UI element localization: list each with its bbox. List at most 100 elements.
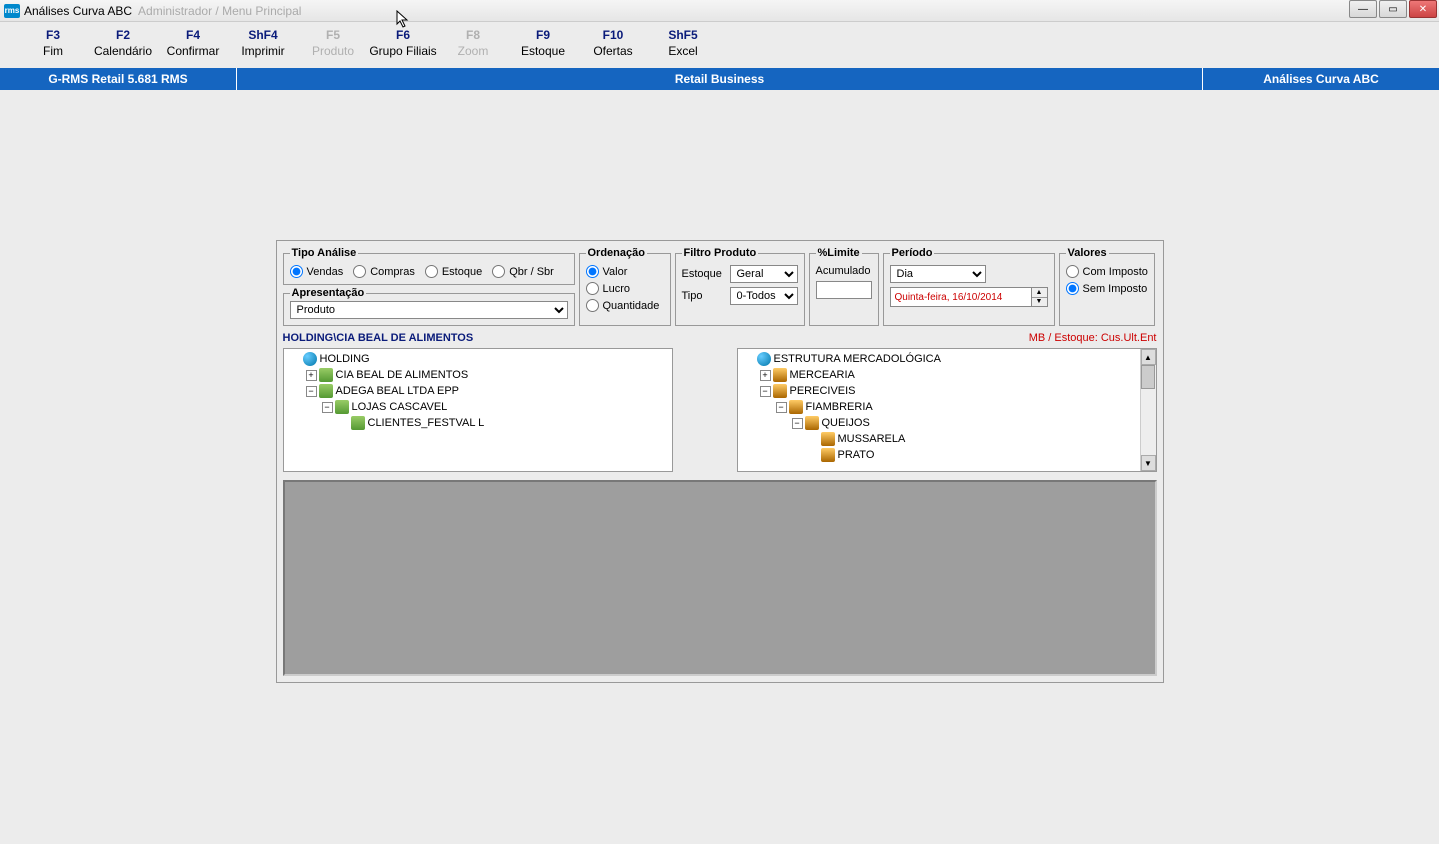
tree-expander-icon[interactable]: − <box>322 402 333 413</box>
tree-node-icon <box>821 448 835 462</box>
fkey-f4[interactable]: F4 Confirmar <box>158 28 228 58</box>
minimize-button[interactable]: — <box>1349 0 1377 18</box>
tree-item[interactable]: CLIENTES_FESTVAL L <box>286 415 670 431</box>
tipo-radio-compras[interactable]: Compras <box>353 265 415 278</box>
tree-item[interactable]: −FIAMBRERIA <box>740 399 1154 415</box>
tree-item-label: PRATO <box>838 449 875 461</box>
fkey-f10[interactable]: F10 Ofertas <box>578 28 648 58</box>
scroll-thumb[interactable] <box>1141 365 1155 389</box>
tree-item[interactable]: MUSSARELA <box>740 431 1154 447</box>
tree-item[interactable]: − ADEGA BEAL LTDA EPP <box>286 383 670 399</box>
holding-tree[interactable]: HOLDING+CIA BEAL DE ALIMENTOS−ADEGA BEAL… <box>283 348 673 472</box>
tree-expander-icon[interactable]: + <box>306 370 317 381</box>
tree-item-label: MERCEARIA <box>790 369 855 381</box>
tipo-radio-estoque[interactable]: Estoque <box>425 265 482 278</box>
fkey-shf4[interactable]: ShF4Imprimir <box>228 28 298 58</box>
fkey-f2[interactable]: F2 Calendário <box>88 28 158 58</box>
tree-expander-icon[interactable]: − <box>760 386 771 397</box>
fkey-label: Calendário <box>94 44 152 58</box>
breadcrumb-path: HOLDING\CIA BEAL DE ALIMENTOS <box>283 332 474 344</box>
ordenacao-group: Ordenação Valor Lucro Quantidade <box>579 247 671 326</box>
fkey-shortcut: F3 <box>46 28 60 42</box>
tipo-radio-vendas[interactable]: Vendas <box>290 265 344 278</box>
scroll-down-icon[interactable]: ▼ <box>1141 455 1156 471</box>
tree-node-icon <box>821 432 835 446</box>
orden-radio-quantidade[interactable]: Quantidade <box>586 299 664 312</box>
tipo-radio-qbrsbr[interactable]: Qbr / Sbr <box>492 265 554 278</box>
tree-item[interactable]: ESTRUTURA MERCADOLÓGICA <box>740 351 1154 367</box>
tree-expander-icon[interactable]: − <box>306 386 317 397</box>
close-button[interactable]: ✕ <box>1409 0 1437 18</box>
filtro-tipo-label: Tipo <box>682 290 726 302</box>
fkey-shortcut: F2 <box>116 28 130 42</box>
filtro-tipo-select[interactable]: 0-Todos <box>730 287 798 305</box>
orden-radio-lucro[interactable]: Lucro <box>586 282 664 295</box>
status-bar: G-RMS Retail 5.681 RMS Retail Business A… <box>0 68 1439 90</box>
fkey-shortcut: F8 <box>466 28 480 42</box>
fkey-f6[interactable]: F6 Grupo Filiais <box>368 28 438 58</box>
periodo-date-input[interactable]: Quinta-feira, 16/10/2014 <box>890 287 1032 307</box>
tree-item[interactable]: +CIA BEAL DE ALIMENTOS <box>286 367 670 383</box>
tree-node-icon <box>773 384 787 398</box>
fkey-shortcut: ShF4 <box>248 28 277 42</box>
window-controls: — ▭ ✕ <box>1349 0 1437 18</box>
maximize-button[interactable]: ▭ <box>1379 0 1407 18</box>
tree-item-label: QUEIJOS <box>822 417 870 429</box>
tree-item[interactable]: −PERECIVEIS <box>740 383 1154 399</box>
filtro-produto-group: Filtro Produto Estoque Geral Tipo 0-Todo… <box>675 247 805 326</box>
tree-node-icon <box>789 400 803 414</box>
limite-label: Acumulado <box>816 265 872 277</box>
fkey-shortcut: F4 <box>186 28 200 42</box>
fkey-label: Confirmar <box>167 44 220 58</box>
orden-radio-valor[interactable]: Valor <box>586 265 664 278</box>
tree-item[interactable]: −LOJAS CASCAVEL <box>286 399 670 415</box>
main-form: Tipo Análise Vendas Compras Estoque Qbr … <box>276 240 1164 683</box>
fkey-shortcut: ShF5 <box>668 28 697 42</box>
fkey-label: Grupo Filiais <box>369 44 436 58</box>
apresentacao-select[interactable]: Produto <box>290 301 568 319</box>
valores-radio-0[interactable]: Com Imposto <box>1066 265 1148 278</box>
ordenacao-legend: Ordenação <box>586 247 647 259</box>
fkey-label: Excel <box>668 44 697 58</box>
title-bar: rms Análises Curva ABC Administrador / M… <box>0 0 1439 22</box>
fkey-label: Produto <box>312 44 354 58</box>
tree-item-label: ADEGA BEAL LTDA EPP <box>336 385 460 397</box>
function-key-toolbar: F3Fim F2 Calendário F4 Confirmar ShF4Imprimir… <box>0 22 1439 68</box>
valores-group: Valores Com Imposto Sem Imposto <box>1059 247 1155 326</box>
estrutura-tree[interactable]: ESTRUTURA MERCADOLÓGICA + MERCEARIA −PERECI… <box>737 348 1157 472</box>
tree-node-icon <box>319 368 333 382</box>
spinner-up-icon[interactable]: ▲ <box>1032 288 1047 298</box>
periodo-select[interactable]: Dia <box>890 265 986 283</box>
tree-expander-icon[interactable]: − <box>776 402 787 413</box>
tree-item[interactable]: + MERCEARIA <box>740 367 1154 383</box>
tree-expander-icon[interactable]: − <box>792 418 803 429</box>
fkey-shf5[interactable]: ShF5 Excel <box>648 28 718 58</box>
tree-item[interactable]: PRATO <box>740 447 1154 463</box>
fkey-f9[interactable]: F9Estoque <box>508 28 578 58</box>
fkey-shortcut: F10 <box>603 28 624 42</box>
filtro-estoque-select[interactable]: Geral <box>730 265 798 283</box>
fkey-f3[interactable]: F3Fim <box>18 28 88 58</box>
limite-input[interactable] <box>816 281 872 299</box>
tree-node-icon <box>805 416 819 430</box>
spinner-down-icon[interactable]: ▼ <box>1032 298 1047 307</box>
fkey-f5: F5Produto <box>298 28 368 58</box>
valores-radio-1[interactable]: Sem Imposto <box>1066 282 1148 295</box>
fkey-label: Ofertas <box>593 44 632 58</box>
tree-scrollbar[interactable]: ▲▼ <box>1140 349 1156 471</box>
fkey-label: Zoom <box>458 44 489 58</box>
fkey-shortcut: F6 <box>396 28 410 42</box>
tree-node-icon <box>757 352 771 366</box>
tree-node-icon <box>351 416 365 430</box>
tree-node-icon <box>303 352 317 366</box>
tree-node-icon <box>319 384 333 398</box>
tree-item[interactable]: HOLDING <box>286 351 670 367</box>
tree-expander-icon[interactable]: + <box>760 370 771 381</box>
tree-item[interactable]: − QUEIJOS <box>740 415 1154 431</box>
periodo-group: Período Dia Quinta-feira, 16/10/2014 ▲▼ <box>883 247 1055 326</box>
tipo-analise-legend: Tipo Análise <box>290 247 359 259</box>
tree-node-icon <box>335 400 349 414</box>
periodo-legend: Período <box>890 247 935 259</box>
scroll-up-icon[interactable]: ▲ <box>1141 349 1156 365</box>
date-spinner[interactable]: ▲▼ <box>1032 287 1048 307</box>
